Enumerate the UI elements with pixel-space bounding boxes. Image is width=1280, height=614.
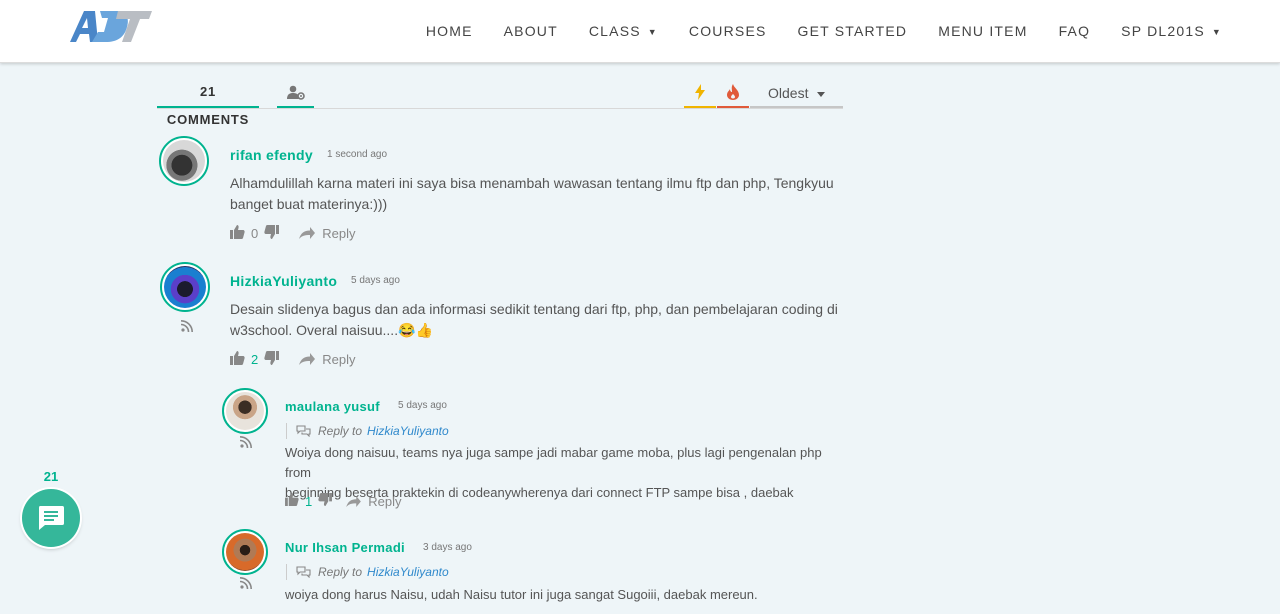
nav-home[interactable]: HOME [426,23,473,39]
main-nav: HOME ABOUT CLASS ▼ COURSES GET STARTED ME… [395,0,1222,62]
reply-to-author-link[interactable]: HizkiaYuliyanto [367,424,449,438]
avatar[interactable] [159,136,209,186]
reply-to-indicator: Reply to HizkiaYuliyanto [286,423,449,439]
vote-count: 1 [305,493,313,509]
reply-button[interactable]: Reply [346,494,401,509]
nav-faq[interactable]: FAQ [1059,23,1091,39]
comment-time[interactable]: 5 days ago [398,400,447,411]
chat-bubble-icon [39,506,64,530]
vote-count: 0 [251,225,259,241]
avatar[interactable] [222,529,268,575]
comment-text: Desain slidenya bagus dan ada informasi … [230,301,838,338]
comment-text: woiya dong harus Naisu, udah Naisu tutor… [285,587,758,602]
comment-actions: 0 Reply [230,224,355,242]
thumbs-up-icon[interactable] [230,350,245,368]
speech-bubbles-icon [296,425,311,437]
reply-to-indicator: Reply to HizkiaYuliyanto [286,564,449,580]
nav-menu-item[interactable]: MENU ITEM [938,23,1027,39]
caret-down-icon [817,91,826,97]
nav-sp-dl201s[interactable]: SP DL201S ▼ [1121,23,1222,39]
vote-count: 2 [251,351,259,367]
comment-time[interactable]: 1 second ago [327,149,387,160]
reply-to-author-link[interactable]: HizkiaYuliyanto [367,565,449,579]
nav-class[interactable]: CLASS ▼ [589,23,658,39]
subscribe-settings-icon[interactable] [277,78,314,108]
reply-arrow-icon [299,353,316,365]
thumbs-down-icon[interactable] [318,493,333,509]
caret-down-icon: ▼ [1211,27,1222,37]
comments-bubble-button[interactable] [22,489,80,547]
speech-bubbles-icon [296,566,311,578]
rss-feed-icon[interactable] [181,320,193,332]
site-logo[interactable] [68,8,154,44]
thumbs-up-icon[interactable] [230,224,245,242]
reply-button[interactable]: Reply [299,226,355,241]
thumbs-up-icon[interactable] [285,493,299,509]
sort-hottest-fire-icon[interactable] [717,78,749,108]
thumbs-down-icon[interactable] [264,224,280,242]
nav-about[interactable]: ABOUT [504,23,558,39]
comment-author[interactable]: rifan efendy [230,147,313,163]
site-header: HOME ABOUT CLASS ▼ COURSES GET STARTED ME… [0,0,1280,63]
nav-get-started[interactable]: GET STARTED [798,23,908,39]
reply-arrow-icon [346,495,362,507]
comment-text: Alhamdulillah karna materi ini saya bisa… [230,175,834,212]
sort-trending-bolt-icon[interactable] [684,78,716,108]
rss-feed-icon[interactable] [240,436,252,448]
rss-feed-icon[interactable] [240,577,252,589]
caret-down-icon: ▼ [647,27,658,37]
comment-author[interactable]: HizkiaYuliyanto [230,273,337,289]
comment-author[interactable]: maulana yusuf [285,399,380,414]
comment-actions: 2 Reply [230,350,355,368]
comments-toolbar: 21 COMMENTS Oldest [157,78,843,127]
comment-time[interactable]: 5 days ago [351,275,400,286]
comment-actions: 1 Reply [285,492,401,510]
reply-arrow-icon [299,227,316,239]
reply-button[interactable]: Reply [299,352,355,367]
comment-time[interactable]: 3 days ago [423,542,472,553]
bubble-comment-count: 21 [43,469,59,484]
comment-author[interactable]: Nur Ihsan Permadi [285,540,405,555]
avatar[interactable] [160,262,210,312]
avatar[interactable] [222,388,268,434]
thumbs-down-icon[interactable] [264,350,280,368]
nav-courses[interactable]: COURSES [689,23,767,39]
comments-count-tab[interactable]: 21 COMMENTS [157,78,259,127]
sort-order-dropdown[interactable]: Oldest [750,78,843,108]
